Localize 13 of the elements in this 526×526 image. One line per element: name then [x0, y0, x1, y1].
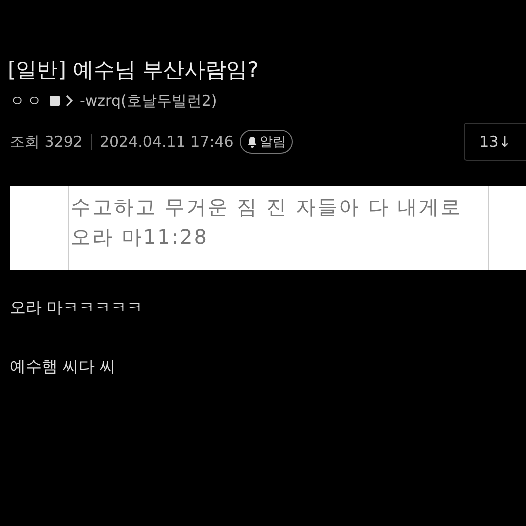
bell-icon [246, 136, 258, 148]
view-count: 조회 3292 [10, 132, 83, 152]
author-id: -wzrq(호날두빌런2) [80, 92, 218, 110]
post-paragraph: 오라 마ㅋㅋㅋㅋㅋ [10, 298, 144, 319]
post-paragraph: 예수햄 씨다 씨 [10, 357, 118, 378]
comment-count-button[interactable]: 13↓ [464, 123, 526, 161]
alert-button[interactable]: 알림 [240, 130, 293, 154]
chevron-right-icon [66, 95, 74, 107]
author-nickname: ㅇㅇ [10, 92, 44, 110]
quote-text: 수고하고 무거운 짐 진 자들아 다 내게로 오라 마11:28 [68, 186, 488, 270]
post-date: 2024.04.11 17:46 [100, 133, 234, 151]
square-icon [50, 96, 60, 106]
post-title: [일반] 예수님 부산사람임? [8, 57, 260, 84]
